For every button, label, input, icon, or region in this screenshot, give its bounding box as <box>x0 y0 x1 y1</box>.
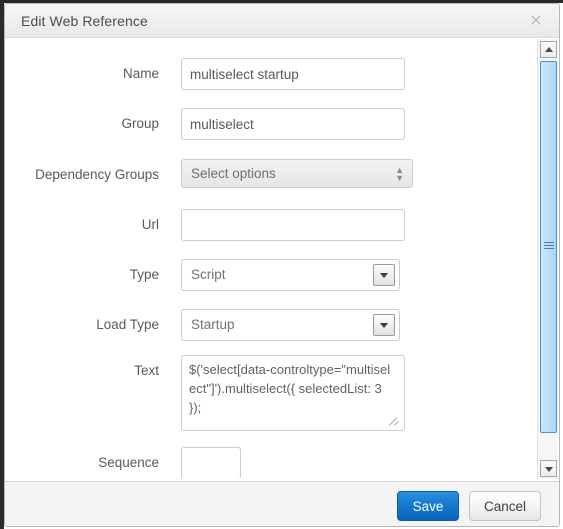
url-label: Url <box>141 217 159 232</box>
load-type-label: Load Type <box>96 317 159 332</box>
form-row-text: Text <box>5 355 545 435</box>
dependency-groups-select[interactable]: Select options ▲ ▼ <box>181 159 413 188</box>
type-dropdown[interactable]: Script <box>181 259 400 291</box>
load-type-dropdown[interactable]: Startup <box>181 309 400 341</box>
chevron-down-icon[interactable] <box>373 314 395 336</box>
form-row-group: Group <box>5 108 545 140</box>
dependency-groups-value: Select options <box>191 166 276 181</box>
scrollbar-grip-icon <box>543 242 554 252</box>
sequence-label: Sequence <box>98 455 159 470</box>
name-input[interactable] <box>181 58 405 90</box>
close-icon[interactable]: × <box>527 11 545 29</box>
form-row-url: Url <box>5 209 545 241</box>
dialog-titlebar: Edit Web Reference × <box>5 4 559 38</box>
group-input[interactable] <box>181 108 405 140</box>
type-value: Script <box>191 267 226 282</box>
edit-web-reference-dialog: Edit Web Reference × Name Group Dependen… <box>4 3 560 527</box>
cancel-button[interactable]: Cancel <box>469 491 541 521</box>
text-label: Text <box>134 363 159 378</box>
form-row-name: Name <box>5 58 545 90</box>
url-input[interactable] <box>181 209 405 241</box>
text-textarea[interactable] <box>181 355 405 431</box>
load-type-value: Startup <box>191 317 235 332</box>
form-row-sequence: Sequence <box>5 447 545 478</box>
type-label: Type <box>129 267 159 282</box>
form-row-type: Type Script <box>5 259 545 291</box>
dialog-title: Edit Web Reference <box>21 13 148 29</box>
scroll-down-icon[interactable] <box>540 460 557 477</box>
dialog-scrollbar[interactable] <box>537 39 558 479</box>
name-label: Name <box>122 66 159 81</box>
dialog-footer: Save Cancel <box>5 481 559 526</box>
scrollbar-thumb[interactable] <box>540 61 557 433</box>
dialog-screen: Edit Web Reference × Name Group Dependen… <box>0 0 563 529</box>
dependency-groups-label: Dependency Groups <box>35 167 159 182</box>
chevron-down-icon[interactable] <box>373 264 395 286</box>
save-button[interactable]: Save <box>397 491 459 521</box>
form-row-load-type: Load Type Startup <box>5 309 545 341</box>
sequence-input[interactable] <box>181 447 241 478</box>
group-label: Group <box>121 116 159 131</box>
form-row-dependency-groups: Dependency Groups Select options ▲ ▼ <box>5 159 545 191</box>
scroll-up-icon[interactable] <box>540 41 557 58</box>
dialog-body: Name Group Dependency Groups Select opti… <box>5 38 559 478</box>
updown-arrows-icon: ▲ ▼ <box>395 164 404 183</box>
